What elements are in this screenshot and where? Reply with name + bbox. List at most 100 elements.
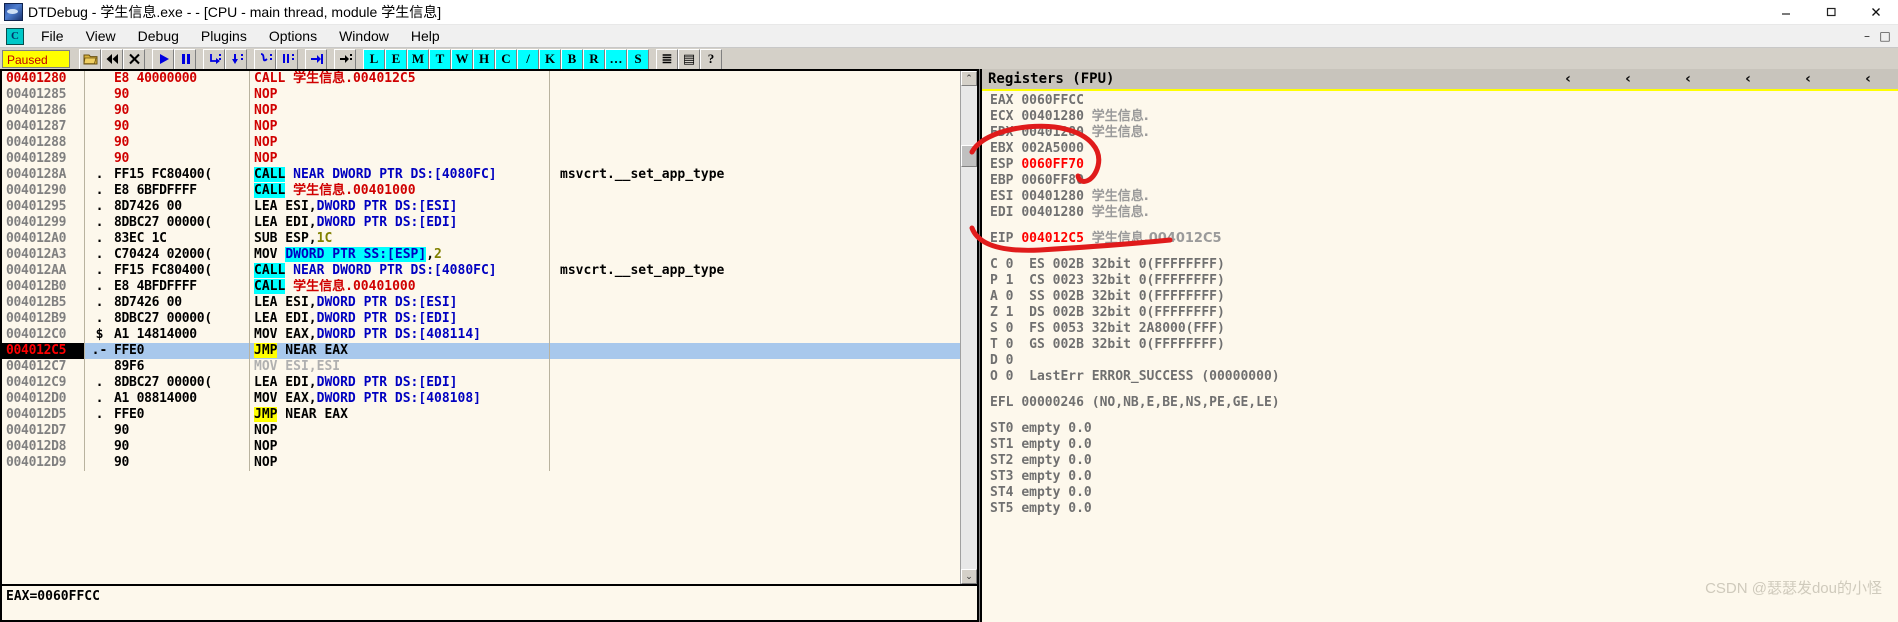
flag-row[interactable]: S 0 FS 0053 32bit 2A8000(FFF) — [982, 321, 1898, 337]
disassembly-row[interactable]: 00401280 E8 40000000 CALL 学生信息.004012C5 — [2, 71, 961, 87]
execute-till-cursor-button[interactable] — [334, 48, 356, 70]
executable-modules-button[interactable]: E — [385, 48, 407, 70]
register-row[interactable]: ECX 00401280 学生信息. — [982, 109, 1898, 125]
fpu-register-row[interactable]: ST0 empty 0.0 — [982, 421, 1898, 437]
cpu-window-button[interactable]: C — [495, 48, 517, 70]
menu-item-plugins[interactable]: Plugins — [190, 27, 258, 45]
disassembly-row[interactable]: 00401289 90 NOP — [2, 151, 961, 167]
register-row[interactable]: EBX 002A5000 — [982, 141, 1898, 157]
fpu-register-row[interactable]: ST5 empty 0.0 — [982, 501, 1898, 517]
disassembly-row[interactable]: 004012D0. A1 08814000 MOV EAX,DWORD PTR DS… — [2, 391, 961, 407]
disassembly-row[interactable]: 004012AA. FF15 FC80400(CALL NEAR DWORD PT… — [2, 263, 961, 279]
menu-item-file[interactable]: File — [30, 27, 75, 45]
step-over-button[interactable] — [225, 48, 247, 70]
restart-button[interactable] — [101, 48, 123, 70]
menu-app-icon[interactable]: C — [6, 27, 24, 45]
disassembly-scrollbar[interactable]: ⌃ ⌄ — [960, 71, 977, 584]
chevron-left-icon[interactable]: ‹ — [1598, 71, 1658, 87]
log-window-button[interactable]: L — [363, 48, 385, 70]
help-button[interactable]: ? — [700, 48, 722, 70]
chevron-left-icon[interactable]: ‹ — [1538, 71, 1598, 87]
disassembly-row[interactable]: 004012A0. 83EC 1C SUB ESP,1C — [2, 231, 961, 247]
disassembly-list[interactable]: 00401280 E8 40000000 CALL 学生信息.004012C5 004… — [2, 71, 961, 584]
registers-body[interactable]: EAX 0060FFCC ECX 00401280 学生信息. EDX 004012… — [982, 91, 1898, 622]
execute-till-return-button[interactable] — [305, 48, 327, 70]
call-stack-button[interactable]: K — [539, 48, 561, 70]
scroll-down-arrow[interactable]: ⌄ — [961, 569, 977, 584]
source-button[interactable]: S — [627, 48, 649, 70]
disassembly-row[interactable]: 00401285 90 NOP — [2, 87, 961, 103]
register-row[interactable]: EBP 0060FF80 — [982, 173, 1898, 189]
registers-chevron-group[interactable]: ‹ ‹ ‹ ‹ ‹ ‹ — [1538, 71, 1898, 87]
disassembly-row[interactable]: 004012C5 .- FFE0 JMP NEAR EAX — [2, 343, 961, 359]
appearance-button[interactable]: ▤ — [678, 48, 700, 70]
close-button[interactable] — [1853, 0, 1898, 24]
run-button[interactable] — [152, 48, 174, 70]
fpu-register-row[interactable]: ST3 empty 0.0 — [982, 469, 1898, 485]
run-trace-button[interactable]: … — [605, 48, 627, 70]
breakpoints-button[interactable]: B — [561, 48, 583, 70]
disassembly-row[interactable]: 00401287 90 NOP — [2, 119, 961, 135]
threads-window-button[interactable]: T — [429, 48, 451, 70]
register-row-eip[interactable]: EIP 004012C5 学生信息.004012C5 — [982, 231, 1898, 247]
disassembly-row[interactable]: 00401290. E8 6BFDFFFF CALL 学生信息.00401000 — [2, 183, 961, 199]
disassembly-row[interactable]: 004012D7 90 NOP — [2, 423, 961, 439]
flag-row[interactable]: T 0 GS 002B 32bit 0(FFFFFFFF) — [982, 337, 1898, 353]
fpu-register-row[interactable]: ST4 empty 0.0 — [982, 485, 1898, 501]
flag-row[interactable]: D 0 — [982, 353, 1898, 369]
eflags-row[interactable]: EFL 00000246 (NO,NB,E,BE,NS,PE,GE,LE) — [982, 395, 1898, 411]
flag-row[interactable]: Z 1 DS 002B 32bit 0(FFFFFFFF) — [982, 305, 1898, 321]
patches-button[interactable]: / — [517, 48, 539, 70]
disassembly-row[interactable]: 0040128A. FF15 FC80400(CALL NEAR DWORD PT… — [2, 167, 961, 183]
disassembly-row[interactable]: 004012D5. FFE0 JMP NEAR EAX — [2, 407, 961, 423]
options-list-button[interactable]: ≣ — [656, 48, 678, 70]
fpu-register-row[interactable]: ST1 empty 0.0 — [982, 437, 1898, 453]
register-row[interactable]: EDI 00401280 学生信息. — [982, 205, 1898, 221]
disassembly-row[interactable]: 00401288 90 NOP — [2, 135, 961, 151]
register-row[interactable]: ESP 0060FF70 — [982, 157, 1898, 173]
scrollbar-thumb[interactable] — [961, 145, 977, 167]
handles-button[interactable]: H — [473, 48, 495, 70]
disassembly-row[interactable]: 004012B0. E8 4BFDFFFF CALL 学生信息.00401000 — [2, 279, 961, 295]
disassembly-row[interactable]: 004012C0 $ A1 14814000 MOV EAX,DWORD PTR DS… — [2, 327, 961, 343]
chevron-left-icon[interactable]: ‹ — [1838, 71, 1898, 87]
register-row[interactable]: EDX 00401280 学生信息. — [982, 125, 1898, 141]
close-program-button[interactable] — [123, 48, 145, 70]
menu-item-options[interactable]: Options — [258, 27, 328, 45]
register-row[interactable]: EAX 0060FFCC — [982, 93, 1898, 109]
menu-item-view[interactable]: View — [75, 27, 127, 45]
windows-button[interactable]: W — [451, 48, 473, 70]
menu-item-window[interactable]: Window — [328, 27, 400, 45]
mdi-restore-button[interactable]: □ — [1876, 29, 1894, 43]
maximize-button[interactable] — [1808, 0, 1853, 24]
references-button[interactable]: R — [583, 48, 605, 70]
menu-item-debug[interactable]: Debug — [127, 27, 190, 45]
minimize-button[interactable] — [1763, 0, 1808, 24]
disassembly-row[interactable]: 004012C9. 8DBC27 00000(LEA EDI,DWORD PTR … — [2, 375, 961, 391]
animate-over-button[interactable] — [276, 48, 298, 70]
open-file-button[interactable] — [79, 48, 101, 70]
scroll-up-arrow[interactable]: ⌃ — [961, 71, 977, 86]
disassembly-row[interactable]: 004012D8 90 NOP — [2, 439, 961, 455]
chevron-left-icon[interactable]: ‹ — [1658, 71, 1718, 87]
chevron-left-icon[interactable]: ‹ — [1718, 71, 1778, 87]
disassembly-row[interactable]: 00401286 90 NOP — [2, 103, 961, 119]
menu-item-help[interactable]: Help — [400, 27, 451, 45]
memory-window-button[interactable]: M — [407, 48, 429, 70]
disassembly-row[interactable]: 004012A3. C70424 02000(MOV DWORD PTR SS:[… — [2, 247, 961, 263]
flag-row[interactable]: P 1 CS 0023 32bit 0(FFFFFFFF) — [982, 273, 1898, 289]
flag-row[interactable]: O 0 LastErr ERROR_SUCCESS (00000000) — [982, 369, 1898, 385]
pause-button[interactable] — [174, 48, 196, 70]
disassembly-row[interactable]: 00401295. 8D7426 00 LEA ESI,DWORD PTR DS:[… — [2, 199, 961, 215]
animate-into-button[interactable] — [254, 48, 276, 70]
fpu-register-row[interactable]: ST2 empty 0.0 — [982, 453, 1898, 469]
flag-row[interactable]: A 0 SS 002B 32bit 0(FFFFFFFF) — [982, 289, 1898, 305]
disassembly-row[interactable]: 004012D9 90 NOP — [2, 455, 961, 471]
chevron-left-icon[interactable]: ‹ — [1778, 71, 1838, 87]
register-row[interactable]: ESI 00401280 学生信息. — [982, 189, 1898, 205]
disassembly-row[interactable]: 004012B9. 8DBC27 00000(LEA EDI,DWORD PTR … — [2, 311, 961, 327]
flag-row[interactable]: C 0 ES 002B 32bit 0(FFFFFFFF) — [982, 257, 1898, 273]
disassembly-row[interactable]: 00401299. 8DBC27 00000(LEA EDI,DWORD PTR … — [2, 215, 961, 231]
disassembly-row[interactable]: 004012C7 89F6 MOV ESI,ESI — [2, 359, 961, 375]
disassembly-row[interactable]: 004012B5. 8D7426 00 LEA ESI,DWORD PTR DS:[… — [2, 295, 961, 311]
